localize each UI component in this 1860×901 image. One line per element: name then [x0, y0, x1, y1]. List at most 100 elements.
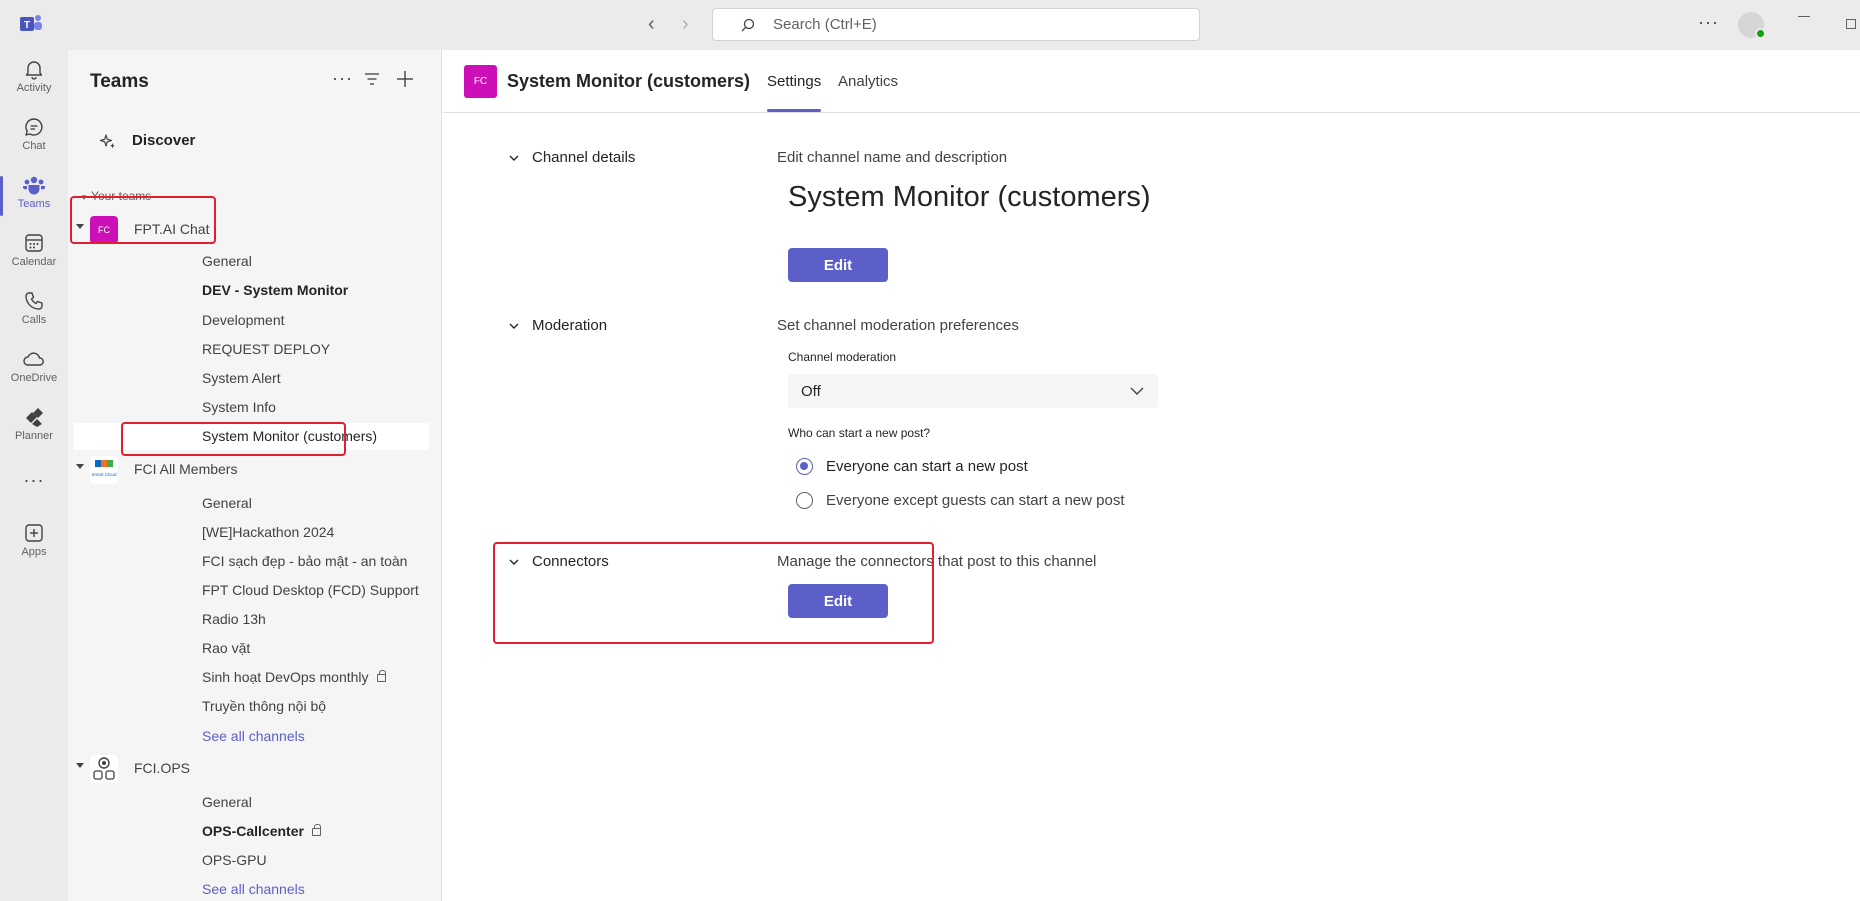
rail-item-teams[interactable]: Teams: [0, 168, 68, 224]
back-icon[interactable]: ‹: [648, 14, 655, 34]
more-options-icon[interactable]: ···: [332, 68, 353, 88]
channel-item[interactable]: Development: [202, 312, 285, 328]
channel-item[interactable]: OPS-GPU: [202, 852, 267, 868]
minimize-icon[interactable]: [1798, 16, 1810, 17]
team-fci-ops[interactable]: FCI.OPS: [76, 755, 416, 783]
lock-icon: [311, 824, 321, 836]
channel-item-private[interactable]: OPS-Callcenter: [202, 823, 321, 839]
annotation-box: [493, 542, 934, 644]
channel-item-private[interactable]: Sinh hoạt DevOps monthly: [202, 669, 386, 685]
presence-available-icon: [1755, 28, 1766, 39]
channel-moderation-label: Channel moderation: [788, 350, 897, 364]
search-box[interactable]: [712, 8, 1200, 41]
more-icon: ···: [23, 470, 45, 490]
channel-item[interactable]: System Alert: [202, 370, 281, 386]
channel-label: Sinh hoạt DevOps monthly: [202, 669, 369, 685]
teams-icon: [23, 176, 45, 195]
tab-settings[interactable]: Settings: [767, 73, 821, 90]
rail-label: Activity: [16, 82, 52, 94]
channel-item[interactable]: FPT Cloud Desktop (FCD) Support: [202, 582, 419, 598]
tab-analytics[interactable]: Analytics: [838, 73, 898, 90]
channel-title: System Monitor (customers): [507, 71, 751, 91]
channel-header: FC System Monitor (customers) Settings A…: [443, 50, 1860, 113]
channel-item[interactable]: REQUEST DEPLOY: [202, 341, 330, 357]
dropdown-value: Off: [801, 383, 821, 400]
annotation-box: [70, 196, 216, 244]
rail-item-activity[interactable]: Activity: [0, 52, 68, 108]
channel-item[interactable]: General: [202, 253, 252, 269]
add-app-icon: [25, 524, 43, 542]
channel-item[interactable]: DEV - System Monitor: [202, 282, 348, 298]
chat-icon: [25, 118, 43, 136]
rail-item-calls[interactable]: Calls: [0, 284, 68, 340]
section-description: Edit channel name and description: [777, 149, 1008, 166]
channel-item[interactable]: General: [202, 495, 252, 511]
more-apps-button[interactable]: ···: [0, 468, 68, 498]
caret-down-icon: [76, 464, 84, 469]
channel-item[interactable]: [WE]Hackathon 2024: [202, 524, 334, 540]
teams-pane: Teams ··· Discover ▼ Your teams FC FPT.A…: [68, 50, 442, 901]
section-description: Set channel moderation preferences: [777, 317, 1019, 334]
rail-item-onedrive[interactable]: OneDrive: [0, 342, 68, 398]
active-indicator: [0, 176, 3, 216]
see-all-channels-link[interactable]: See all channels: [202, 881, 305, 897]
calendar-icon: [25, 234, 43, 252]
lock-icon: [376, 670, 386, 682]
rail-label: Calls: [21, 314, 47, 326]
edit-channel-details-button[interactable]: Edit: [788, 248, 888, 282]
chevron-down-icon[interactable]: [509, 153, 519, 163]
caret-down-icon: [76, 763, 84, 768]
discover-link[interactable]: Discover: [132, 132, 195, 149]
channel-item[interactable]: General: [202, 794, 252, 810]
channel-item[interactable]: FCI sạch đẹp - bảo mật - an toàn: [202, 553, 407, 569]
team-avatar-text: Smart Cloud: [91, 472, 117, 477]
rail-label: Apps: [21, 546, 47, 558]
channel-moderation-dropdown[interactable]: Off: [788, 374, 1158, 408]
add-icon[interactable]: [396, 70, 414, 88]
channel-name-display: System Monitor (customers): [788, 181, 1151, 213]
channel-item[interactable]: Radio 13h: [202, 611, 266, 627]
planner-icon: [26, 408, 43, 427]
teams-logo-icon: T: [20, 15, 42, 31]
who-can-post-label: Who can start a new post?: [788, 426, 931, 440]
channel-item[interactable]: Rao vặt: [202, 640, 250, 656]
radio-button[interactable]: [796, 492, 813, 509]
forward-icon[interactable]: ›: [682, 14, 689, 34]
chevron-down-icon[interactable]: [509, 321, 519, 331]
active-tab-indicator: [767, 109, 821, 112]
section-title-moderation[interactable]: Moderation: [532, 317, 607, 334]
rail-label: Teams: [17, 198, 51, 210]
radio-label: Everyone can start a new post: [826, 458, 1028, 475]
rail-item-calendar[interactable]: Calendar: [0, 226, 68, 282]
title-bar: T ‹ › ···: [0, 0, 1860, 50]
maximize-icon[interactable]: [1846, 19, 1856, 29]
see-all-channels-link[interactable]: See all channels: [202, 728, 305, 744]
rail-item-planner[interactable]: Planner: [0, 400, 68, 456]
radio-button-checked[interactable]: [796, 458, 813, 475]
rail-label: Calendar: [11, 256, 57, 268]
filter-icon[interactable]: [364, 72, 380, 86]
discover-sparkle-icon: [100, 134, 115, 149]
rail-label: OneDrive: [10, 372, 58, 384]
rail-item-chat[interactable]: Chat: [0, 110, 68, 166]
channel-avatar: FC: [464, 65, 497, 98]
fpt-smart-cloud-logo: Smart Cloud: [90, 456, 118, 484]
rail-label: Planner: [15, 430, 53, 442]
bell-icon: [25, 61, 43, 80]
rail-label: Chat: [22, 140, 46, 152]
channel-label: OPS-Callcenter: [202, 823, 304, 839]
section-title-channel-details[interactable]: Channel details: [532, 149, 635, 166]
radio-label: Everyone except guests can start a new p…: [826, 492, 1125, 509]
fci-ops-logo: [90, 755, 118, 783]
search-input[interactable]: [773, 9, 1173, 40]
chevron-down-icon: [1130, 387, 1144, 395]
app-rail: Activity Chat Teams Calendar Calls OneDr…: [0, 50, 68, 901]
rail-item-apps[interactable]: Apps: [0, 516, 68, 572]
team-name: FCI.OPS: [134, 760, 191, 776]
team-fci-all-members[interactable]: Smart Cloud FCI All Members: [76, 456, 416, 484]
search-icon: [741, 18, 755, 32]
channel-item[interactable]: Truyền thông nội bộ: [202, 698, 326, 714]
channel-item[interactable]: System Info: [202, 399, 276, 415]
phone-icon: [25, 292, 43, 310]
more-options-icon[interactable]: ···: [1698, 12, 1719, 33]
